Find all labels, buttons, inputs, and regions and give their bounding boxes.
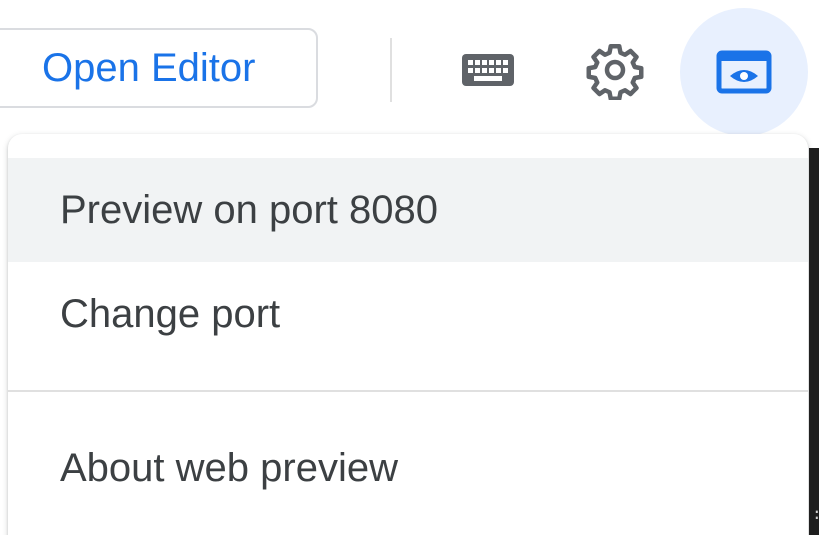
menu-item-change-port[interactable]: Change port — [8, 262, 808, 366]
menu-divider — [8, 390, 808, 392]
menu-item-preview-port[interactable]: Preview on port 8080 — [8, 158, 808, 262]
web-preview-icon — [716, 50, 772, 94]
toolbar-divider — [390, 38, 392, 102]
cloud-shell-window: : Open Editor — [0, 0, 819, 535]
terminal-panel-edge — [809, 148, 819, 535]
settings-button[interactable] — [557, 12, 673, 128]
menu-item-about-web-preview[interactable]: About web preview — [8, 416, 808, 520]
keyboard-shortcuts-button[interactable] — [430, 12, 546, 128]
gear-icon — [586, 44, 644, 100]
web-preview-button[interactable] — [680, 8, 808, 136]
open-editor-button[interactable]: Open Editor — [0, 28, 318, 108]
web-preview-menu: Preview on port 8080 Change port About w… — [8, 134, 808, 535]
keyboard-icon — [462, 54, 514, 86]
toolbar: Open Editor — [0, 0, 819, 140]
terminal-text: : — [812, 506, 819, 522]
